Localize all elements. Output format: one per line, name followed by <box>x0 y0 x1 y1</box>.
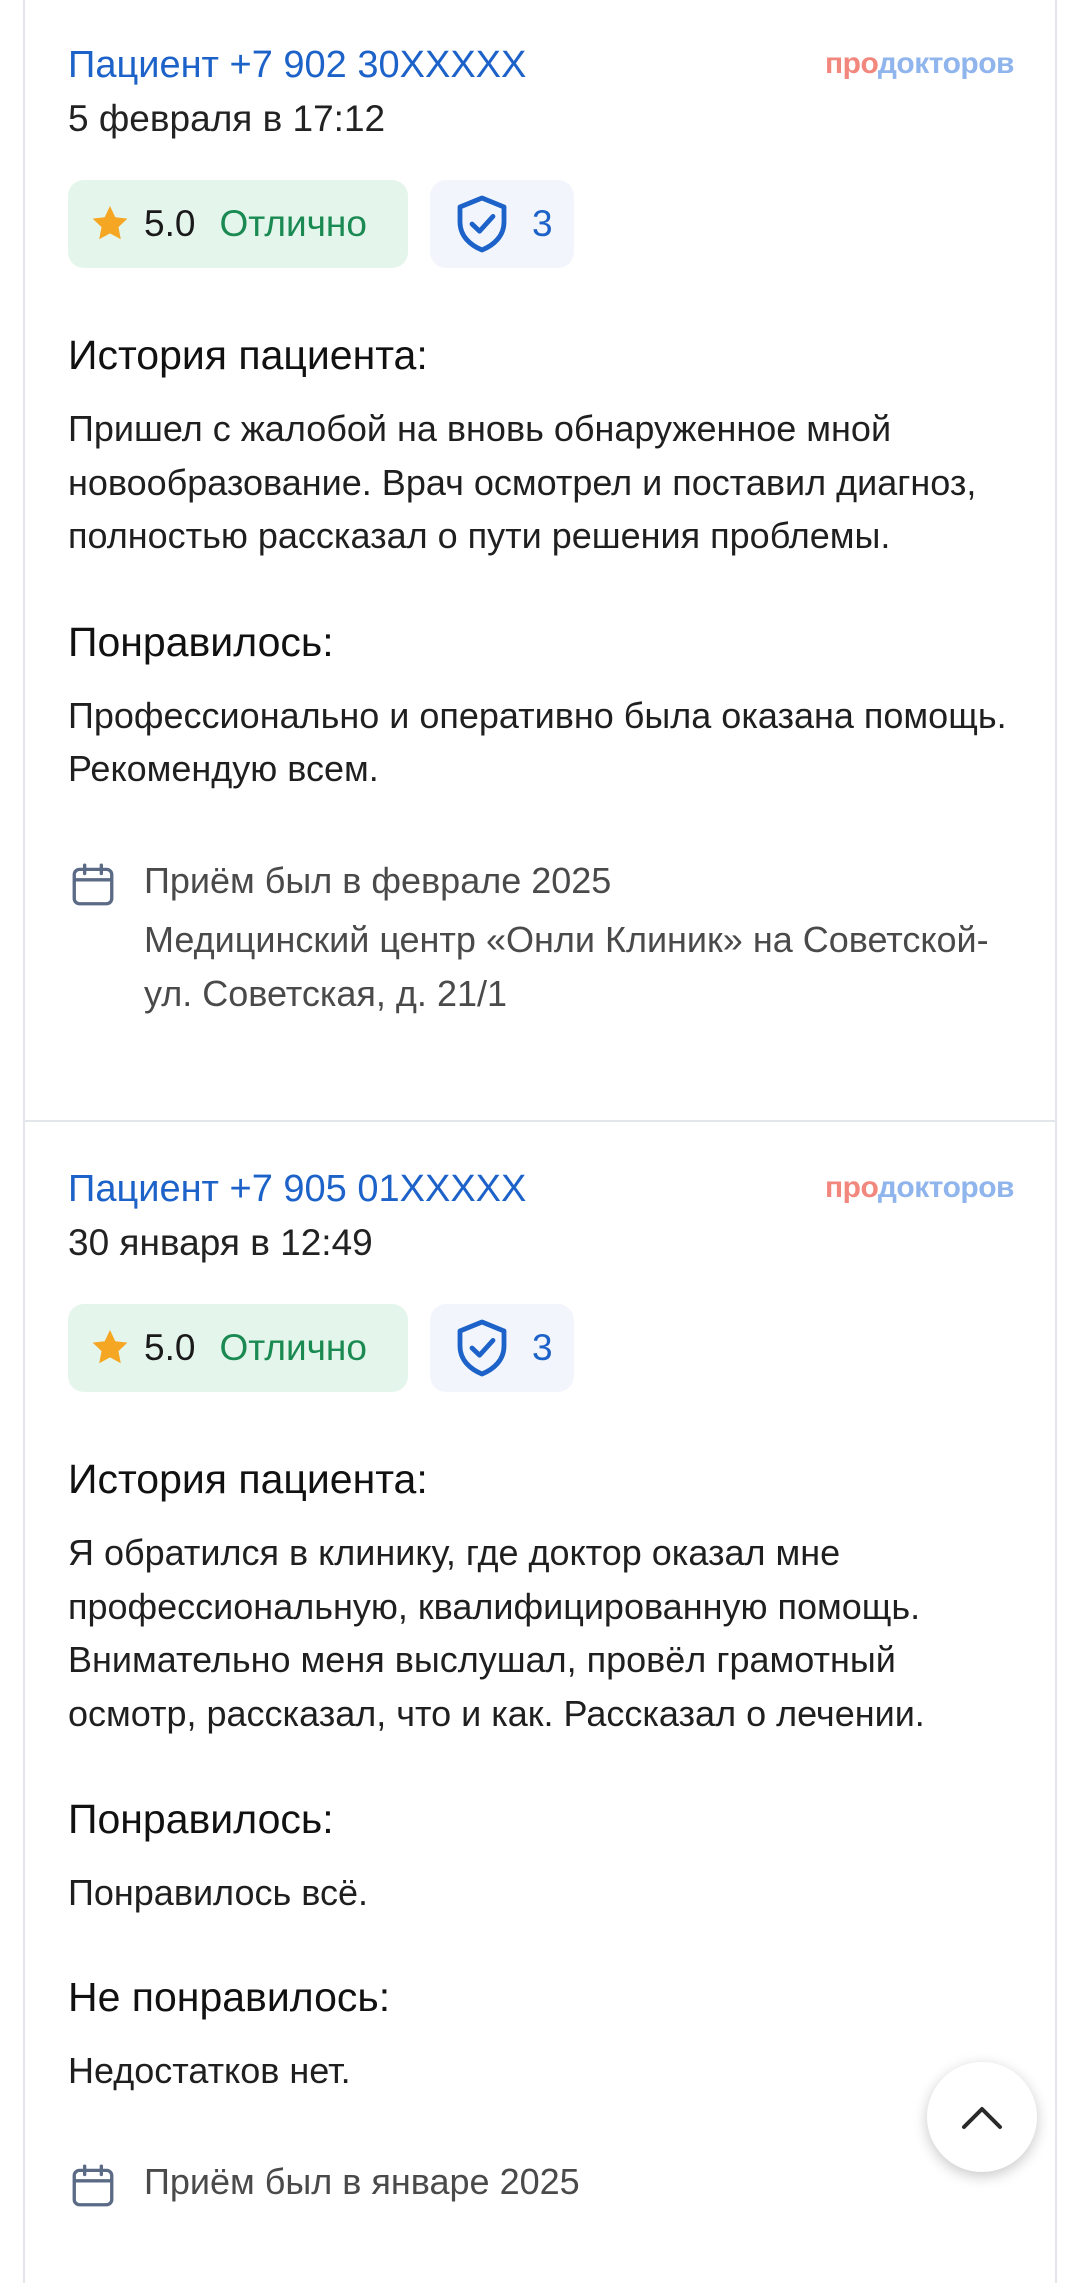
visit-info: Приём был в феврале 2025 Медицинский цен… <box>68 854 1014 1021</box>
rating-badge: 5.0 Отлично <box>68 180 408 268</box>
review-card: Пациент +7 905 01XXXXX 30 января в 12:49… <box>68 1164 1015 2209</box>
visit-info: Приём был в январе 2025 <box>68 2155 1014 2209</box>
scroll-to-top-button[interactable] <box>927 2062 1037 2172</box>
rating-score: 5.0 <box>144 203 196 244</box>
rating-grade: Отлично <box>219 1327 367 1368</box>
visit-date: Приём был в феврале 2025 <box>144 859 612 901</box>
history-text: Пришел с жалобой на вновь обнаруженное м… <box>68 408 977 556</box>
source-logo-part2: докторов <box>877 1171 1015 1204</box>
disliked-text: Недостатков нет. <box>68 2049 351 2091</box>
calendar-icon <box>72 2164 114 2207</box>
star-icon <box>92 1330 128 1364</box>
review-card: Пациент +7 902 30XXXXX 5 февраля в 17:12… <box>68 40 1015 1021</box>
history-title: История пациента: <box>68 1456 428 1502</box>
rating-score: 5.0 <box>144 1327 196 1368</box>
review-date: 5 февраля в 17:12 <box>68 98 386 139</box>
source-logo[interactable]: продокторов <box>825 44 1014 84</box>
visit-clinic: Медицинский центр «Онли Клиник» на Совет… <box>144 918 989 1014</box>
liked-text: Понравилось всё. <box>68 1872 368 1913</box>
verified-badge[interactable]: 3 <box>430 180 574 268</box>
review-author-link[interactable]: Пациент +7 902 30XXXXX <box>68 40 526 90</box>
calendar-icon <box>72 863 114 905</box>
rating-badge: 5.0 Отлично <box>68 1304 408 1392</box>
source-logo[interactable]: продокторов <box>825 1168 1014 1208</box>
verified-count: 3 <box>532 1327 553 1368</box>
liked-title: Понравилось: <box>68 618 334 665</box>
source-logo-part2: докторов <box>877 47 1015 80</box>
review-author-link[interactable]: Пациент +7 905 01XXXXX <box>68 1164 526 1214</box>
history-text: Я обратился в клинику, где доктор оказал… <box>68 1532 925 1734</box>
source-logo-part1: про <box>825 47 878 80</box>
verified-count: 3 <box>532 203 553 244</box>
liked-text: Профессионально и оперативно была оказан… <box>68 694 1007 790</box>
liked-title: Понравилось: <box>68 1796 334 1842</box>
review-header: Пациент +7 905 01XXXXX 30 января в 12:49… <box>68 1164 1015 1276</box>
rating-grade: Отлично <box>219 203 367 244</box>
history-title: История пациента: <box>68 332 428 378</box>
review-date: 30 января в 12:49 <box>68 1222 373 1263</box>
reviews-page: Пациент +7 902 30XXXXX 5 февраля в 17:12… <box>0 0 1080 2283</box>
review-badges: 5.0 Отлично 3 <box>68 1304 1014 1392</box>
star-icon <box>92 206 128 240</box>
verified-badge[interactable]: 3 <box>430 1304 574 1392</box>
review-badges: 5.0 Отлично 3 <box>68 180 1014 268</box>
chevron-up-icon <box>962 2107 1002 2129</box>
review-header: Пациент +7 902 30XXXXX 5 февраля в 17:12… <box>68 40 1015 152</box>
review-divider <box>25 1120 1055 1122</box>
visit-date: Приём был в январе 2025 <box>144 2161 580 2202</box>
disliked-title: Не понравилось: <box>68 1973 391 2020</box>
shield-check-icon <box>457 195 507 253</box>
shield-check-icon <box>457 1319 507 1377</box>
source-logo-part1: про <box>825 1171 878 1204</box>
